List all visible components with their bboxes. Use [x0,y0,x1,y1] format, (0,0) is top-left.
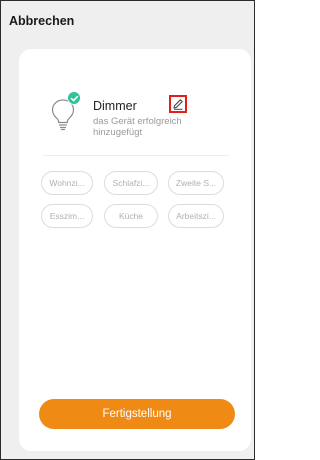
room-chip-wohnzimmer[interactable]: Wohnzi... [41,171,93,195]
room-chip-schlafzimmer[interactable]: Schlafzi... [104,171,158,195]
device-name: Dimmer [93,99,137,113]
cancel-button[interactable]: Abbrechen [9,14,74,28]
screen: Abbrechen Dimmer das Gerät erfolgreich h… [0,0,255,460]
check-icon [67,91,81,105]
room-chip-arbeitszimmer[interactable]: Arbeitszi... [168,204,224,228]
edit-name-button[interactable] [169,95,187,113]
device-added-card: Dimmer das Gerät erfolgreich hinzugefügt… [19,49,251,451]
device-row: Dimmer das Gerät erfolgreich hinzugefügt [49,91,239,143]
room-chip-esszimmer[interactable]: Esszim... [41,204,93,228]
divider [43,155,229,156]
room-chip-zweite-schlafzimmer[interactable]: Zweite S... [168,171,224,195]
room-chip-kueche[interactable]: Küche [104,204,158,228]
finish-button[interactable]: Fertigstellung [39,399,235,429]
device-status-text: das Gerät erfolgreich hinzugefügt [93,116,182,138]
